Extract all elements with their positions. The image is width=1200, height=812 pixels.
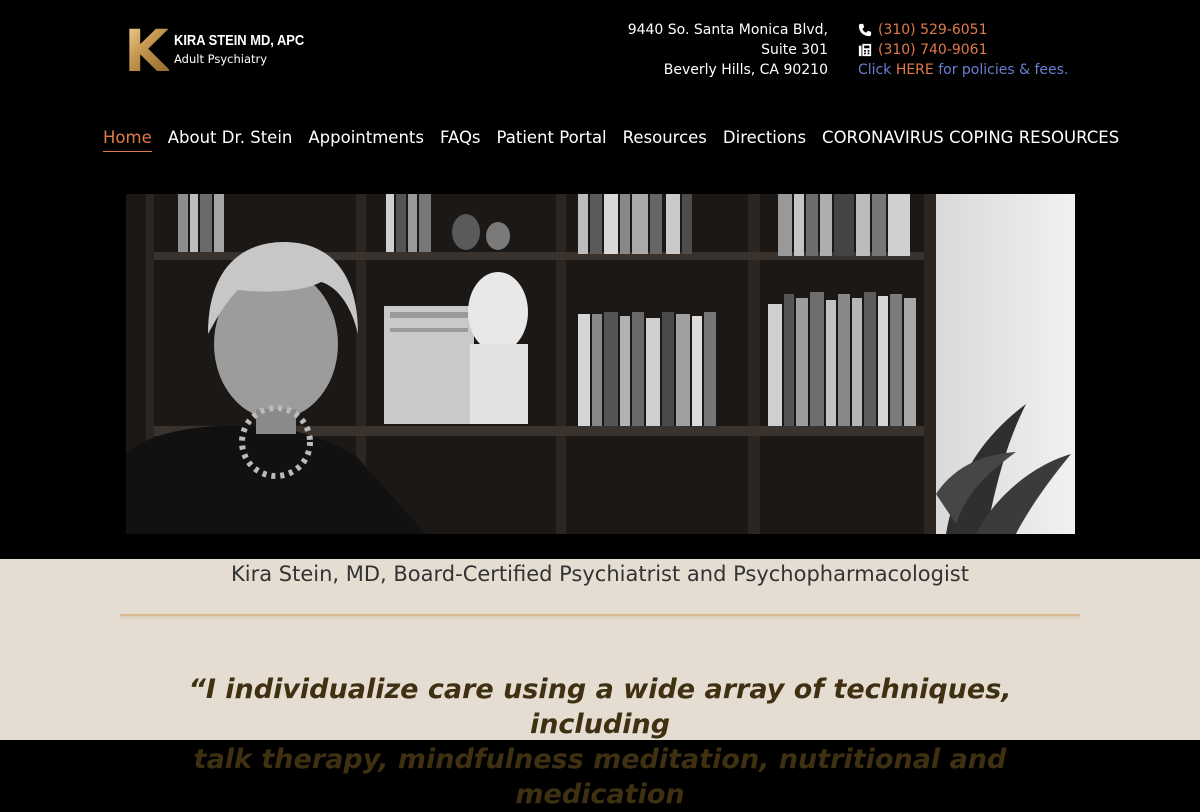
quote-block: “I individualize care using a wide array… [120,672,1080,812]
site-header: K KIRA STEIN MD, APC Adult Psychiatry 94… [0,0,1200,559]
section-divider [120,614,1080,616]
contact-info: (310) 529-6051 (310) 740-9061 Click HERE… [858,20,1068,80]
nav-home[interactable]: Home [103,128,152,152]
nav-resources[interactable]: Resources [623,128,707,152]
site-logo[interactable]: K KIRA STEIN MD, APC Adult Psychiatry [124,17,304,85]
nav-faqs[interactable]: FAQs [440,128,481,152]
policies-here-link[interactable]: HERE [896,60,934,80]
office-address: 9440 So. Santa Monica Blvd, Suite 301 Be… [628,20,828,80]
address-line-1: 9440 So. Santa Monica Blvd, [627,22,828,38]
address-line-3: Beverly Hills, CA 90210 [663,62,828,78]
fax-number[interactable]: (310) 740-9061 [878,40,988,60]
logo-name: KIRA STEIN MD, APC [174,32,305,49]
phone-link[interactable]: (310) 529-6051 [878,20,988,40]
nav-about[interactable]: About Dr. Stein [168,128,293,152]
hero-photo [126,194,1075,534]
quote-line-1: “I individualize care using a wide array… [188,674,1012,740]
phone-icon [858,23,872,37]
click-text: Click [858,62,892,78]
nav-coronavirus-resources[interactable]: CORONAVIRUS COPING RESOURCES [822,128,1119,152]
hero-caption: Kira Stein, MD, Board-Certified Psychiat… [231,562,969,586]
logo-subtitle: Adult Psychiatry [174,52,268,66]
quote-line-2: talk therapy, mindfulness meditation, nu… [193,744,1007,810]
address-line-2: Suite 301 [761,42,828,58]
nav-appointments[interactable]: Appointments [308,128,424,152]
fax-icon [858,43,872,57]
main-nav: Home About Dr. Stein Appointments FAQs P… [103,128,1135,152]
nav-patient-portal[interactable]: Patient Portal [497,128,607,152]
logo-letter: K [124,17,169,85]
nav-directions[interactable]: Directions [723,128,806,152]
policies-text: for policies & fees. [938,62,1069,78]
hero-photo-illustration [126,194,1075,534]
